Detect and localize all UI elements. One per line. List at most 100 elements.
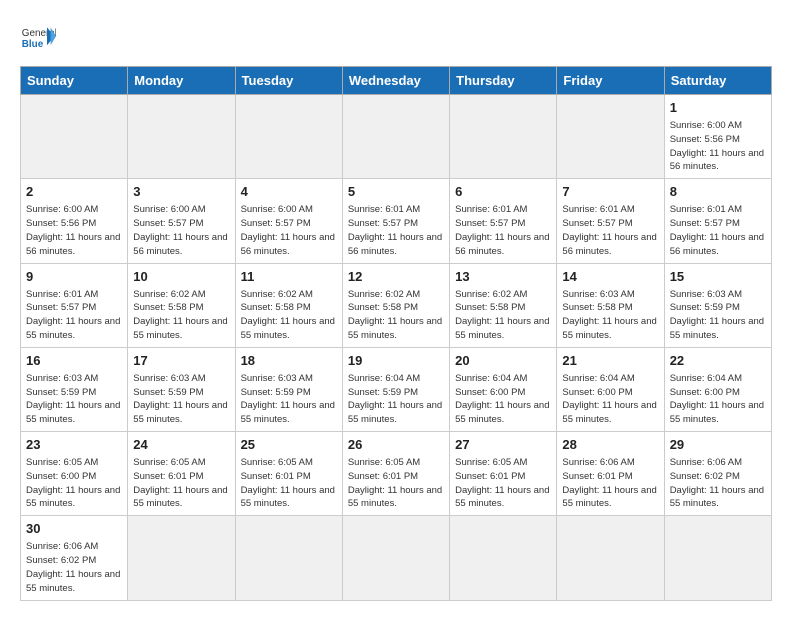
cell-sun-info: Sunrise: 6:02 AMSunset: 5:58 PMDaylight:… (348, 288, 444, 343)
calendar-cell: 29Sunrise: 6:06 AMSunset: 6:02 PMDayligh… (664, 432, 771, 516)
cell-sun-info: Sunrise: 6:05 AMSunset: 6:01 PMDaylight:… (348, 456, 444, 511)
calendar-cell: 2 Sunrise: 6:00 AMSunset: 5:56 PMDaylight… (21, 179, 128, 263)
cell-sun-info: Sunrise: 6:06 AMSunset: 6:01 PMDaylight:… (562, 456, 658, 511)
calendar-table: SundayMondayTuesdayWednesdayThursdayFrid… (20, 66, 772, 601)
cell-sun-info: Sunrise: 6:04 AMSunset: 6:00 PMDaylight:… (670, 372, 766, 427)
date-number: 18 (241, 352, 337, 370)
date-number: 28 (562, 436, 658, 454)
calendar-cell: 23 Sunrise: 6:05 AMSunset: 6:00 PMDayligh… (21, 432, 128, 516)
cell-sun-info: Sunrise: 6:05 AMSunset: 6:01 PMDaylight:… (133, 456, 229, 511)
cell-sun-info: Sunrise: 6:05 AMSunset: 6:01 PMDaylight:… (455, 456, 551, 511)
calendar-cell: 30 Sunrise: 6:06 AMSunset: 6:02 PMDayligh… (21, 516, 128, 600)
cell-sun-info: Sunrise: 6:00 AMSunset: 5:56 PMDaylight:… (26, 203, 122, 258)
date-number: 8 (670, 183, 766, 201)
date-number: 3 (133, 183, 229, 201)
calendar-cell: 12 Sunrise: 6:02 AMSunset: 5:58 PMDayligh… (342, 263, 449, 347)
date-number: 19 (348, 352, 444, 370)
date-number: 2 (26, 183, 122, 201)
cell-sun-info: Sunrise: 6:05 AMSunset: 6:01 PMDaylight:… (241, 456, 337, 511)
date-number: 12 (348, 268, 444, 286)
cell-sun-info: Sunrise: 6:01 AMSunset: 5:57 PMDaylight:… (26, 288, 122, 343)
calendar-week-6: 30 Sunrise: 6:06 AMSunset: 6:02 PMDayligh… (21, 516, 772, 600)
cell-sun-info: Sunrise: 6:00 AMSunset: 5:56 PMDaylight:… (670, 119, 766, 174)
calendar-cell: 24 Sunrise: 6:05 AMSunset: 6:01 PMDayligh… (128, 432, 235, 516)
calendar-week-4: 16 Sunrise: 6:03 AMSunset: 5:59 PMDayligh… (21, 347, 772, 431)
date-number: 27 (455, 436, 551, 454)
date-number: 6 (455, 183, 551, 201)
date-number: 24 (133, 436, 229, 454)
calendar-cell: 17 Sunrise: 6:03 AMSunset: 5:59 PMDayligh… (128, 347, 235, 431)
date-number: 30 (26, 520, 122, 538)
day-header-sunday: Sunday (21, 67, 128, 95)
calendar-cell (128, 95, 235, 179)
cell-sun-info: Sunrise: 6:03 AMSunset: 5:58 PMDaylight:… (562, 288, 658, 343)
day-header-tuesday: Tuesday (235, 67, 342, 95)
calendar-cell: 22Sunrise: 6:04 AMSunset: 6:00 PMDayligh… (664, 347, 771, 431)
calendar-week-2: 2 Sunrise: 6:00 AMSunset: 5:56 PMDaylight… (21, 179, 772, 263)
calendar-cell: 11 Sunrise: 6:02 AMSunset: 5:58 PMDayligh… (235, 263, 342, 347)
cell-sun-info: Sunrise: 6:02 AMSunset: 5:58 PMDaylight:… (241, 288, 337, 343)
date-number: 25 (241, 436, 337, 454)
calendar-cell (557, 95, 664, 179)
calendar-cell: 28 Sunrise: 6:06 AMSunset: 6:01 PMDayligh… (557, 432, 664, 516)
calendar-cell: 7Sunrise: 6:01 AMSunset: 5:57 PMDaylight… (557, 179, 664, 263)
date-number: 29 (670, 436, 766, 454)
calendar-cell: 3Sunrise: 6:00 AMSunset: 5:57 PMDaylight… (128, 179, 235, 263)
day-header-monday: Monday (128, 67, 235, 95)
cell-sun-info: Sunrise: 6:06 AMSunset: 6:02 PMDaylight:… (26, 540, 122, 595)
calendar-cell: 14 Sunrise: 6:03 AMSunset: 5:58 PMDayligh… (557, 263, 664, 347)
calendar-cell: 6 Sunrise: 6:01 AMSunset: 5:57 PMDaylight… (450, 179, 557, 263)
calendar-cell (450, 516, 557, 600)
cell-sun-info: Sunrise: 6:05 AMSunset: 6:00 PMDaylight:… (26, 456, 122, 511)
cell-sun-info: Sunrise: 6:03 AMSunset: 5:59 PMDaylight:… (26, 372, 122, 427)
calendar-cell (342, 95, 449, 179)
calendar-week-1: 1 Sunrise: 6:00 AMSunset: 5:56 PMDaylight… (21, 95, 772, 179)
calendar-cell (235, 95, 342, 179)
date-number: 1 (670, 99, 766, 117)
day-header-wednesday: Wednesday (342, 67, 449, 95)
date-number: 16 (26, 352, 122, 370)
cell-sun-info: Sunrise: 6:00 AMSunset: 5:57 PMDaylight:… (241, 203, 337, 258)
date-number: 17 (133, 352, 229, 370)
cell-sun-info: Sunrise: 6:01 AMSunset: 5:57 PMDaylight:… (670, 203, 766, 258)
cell-sun-info: Sunrise: 6:02 AMSunset: 5:58 PMDaylight:… (133, 288, 229, 343)
calendar-cell: 26Sunrise: 6:05 AMSunset: 6:01 PMDayligh… (342, 432, 449, 516)
date-number: 9 (26, 268, 122, 286)
logo-icon: General Blue (20, 20, 56, 56)
date-number: 15 (670, 268, 766, 286)
cell-sun-info: Sunrise: 6:03 AMSunset: 5:59 PMDaylight:… (133, 372, 229, 427)
cell-sun-info: Sunrise: 6:03 AMSunset: 5:59 PMDaylight:… (241, 372, 337, 427)
calendar-cell: 20Sunrise: 6:04 AMSunset: 6:00 PMDayligh… (450, 347, 557, 431)
date-number: 21 (562, 352, 658, 370)
calendar-cell (235, 516, 342, 600)
day-header-row: SundayMondayTuesdayWednesdayThursdayFrid… (21, 67, 772, 95)
date-number: 13 (455, 268, 551, 286)
calendar-cell: 5Sunrise: 6:01 AMSunset: 5:57 PMDaylight… (342, 179, 449, 263)
date-number: 23 (26, 436, 122, 454)
date-number: 5 (348, 183, 444, 201)
calendar-cell: 16 Sunrise: 6:03 AMSunset: 5:59 PMDayligh… (21, 347, 128, 431)
calendar-cell (664, 516, 771, 600)
calendar-cell: 18 Sunrise: 6:03 AMSunset: 5:59 PMDayligh… (235, 347, 342, 431)
cell-sun-info: Sunrise: 6:04 AMSunset: 5:59 PMDaylight:… (348, 372, 444, 427)
page-header: General Blue (20, 20, 772, 56)
calendar-week-5: 23 Sunrise: 6:05 AMSunset: 6:00 PMDayligh… (21, 432, 772, 516)
calendar-cell: 25 Sunrise: 6:05 AMSunset: 6:01 PMDayligh… (235, 432, 342, 516)
svg-text:Blue: Blue (22, 39, 44, 50)
calendar-cell: 9 Sunrise: 6:01 AMSunset: 5:57 PMDaylight… (21, 263, 128, 347)
calendar-cell: 1 Sunrise: 6:00 AMSunset: 5:56 PMDaylight… (664, 95, 771, 179)
date-number: 14 (562, 268, 658, 286)
calendar-cell: 10 Sunrise: 6:02 AMSunset: 5:58 PMDayligh… (128, 263, 235, 347)
cell-sun-info: Sunrise: 6:01 AMSunset: 5:57 PMDaylight:… (562, 203, 658, 258)
cell-sun-info: Sunrise: 6:02 AMSunset: 5:58 PMDaylight:… (455, 288, 551, 343)
calendar-cell (128, 516, 235, 600)
calendar-cell (450, 95, 557, 179)
date-number: 10 (133, 268, 229, 286)
cell-sun-info: Sunrise: 6:04 AMSunset: 6:00 PMDaylight:… (455, 372, 551, 427)
calendar-cell: 15 Sunrise: 6:03 AMSunset: 5:59 PMDayligh… (664, 263, 771, 347)
date-number: 11 (241, 268, 337, 286)
calendar-cell (342, 516, 449, 600)
calendar-cell (557, 516, 664, 600)
cell-sun-info: Sunrise: 6:03 AMSunset: 5:59 PMDaylight:… (670, 288, 766, 343)
cell-sun-info: Sunrise: 6:01 AMSunset: 5:57 PMDaylight:… (455, 203, 551, 258)
